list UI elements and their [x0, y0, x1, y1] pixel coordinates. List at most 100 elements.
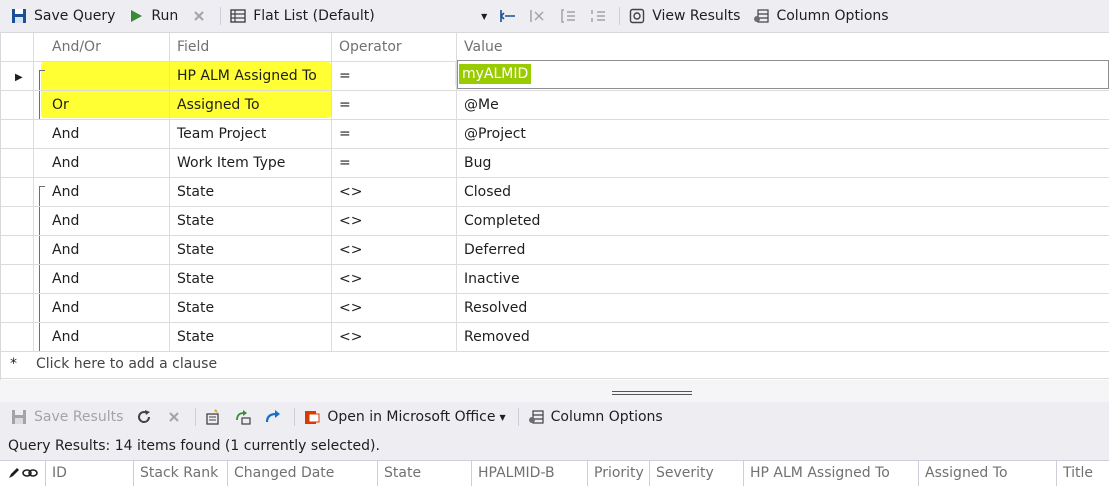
- operator-cell[interactable]: =: [332, 149, 457, 178]
- add-clause-link[interactable]: Click here to add a clause: [36, 350, 217, 378]
- insert-clause-button[interactable]: [495, 4, 521, 28]
- column-options-button[interactable]: Column Options: [748, 4, 892, 28]
- value-cell[interactable]: Inactive: [457, 265, 1109, 294]
- results-column-header[interactable]: Title: [1057, 461, 1109, 486]
- and-or-cell[interactable]: And: [45, 294, 170, 323]
- view-type-dropdown[interactable]: Flat List (Default) ▼: [225, 4, 491, 28]
- toolbar-separator: [619, 7, 621, 25]
- value-cell[interactable]: @Me: [457, 91, 1109, 120]
- office-icon: [303, 408, 321, 426]
- clause-row[interactable]: And State <> Inactive: [1, 265, 1109, 294]
- current-row-arrow-icon: ▶: [15, 72, 23, 83]
- results-column-header[interactable]: State: [378, 461, 472, 486]
- value-cell[interactable]: Bug: [457, 149, 1109, 178]
- and-or-cell[interactable]: And: [45, 265, 170, 294]
- and-or-cell[interactable]: And: [45, 120, 170, 149]
- play-icon: [127, 7, 145, 25]
- field-cell[interactable]: State: [170, 323, 332, 352]
- operator-cell[interactable]: <>: [332, 178, 457, 207]
- operator-cell[interactable]: <>: [332, 207, 457, 236]
- clause-row[interactable]: Or Assigned To = @Me: [1, 91, 1109, 120]
- field-column-header[interactable]: Field: [170, 33, 332, 62]
- and-or-column-header[interactable]: And/Or: [45, 33, 170, 62]
- clause-row[interactable]: And Team Project = @Project: [1, 120, 1109, 149]
- results-column-header[interactable]: Severity: [650, 461, 744, 486]
- link-items-button[interactable]: [230, 405, 256, 429]
- operator-cell[interactable]: =: [332, 120, 457, 149]
- operator-cell[interactable]: <>: [332, 294, 457, 323]
- and-or-cell[interactable]: And: [45, 236, 170, 265]
- field-cell[interactable]: State: [170, 207, 332, 236]
- go-to-item-button[interactable]: [260, 405, 286, 429]
- field-cell[interactable]: State: [170, 294, 332, 323]
- operator-cell[interactable]: <>: [332, 265, 457, 294]
- operator-cell[interactable]: <>: [332, 236, 457, 265]
- stop-button[interactable]: [186, 4, 212, 28]
- refresh-icon: [135, 408, 153, 426]
- value-cell[interactable]: Closed: [457, 178, 1109, 207]
- field-cell[interactable]: State: [170, 265, 332, 294]
- results-column-header[interactable]: Stack Rank: [134, 461, 228, 486]
- field-cell[interactable]: State: [170, 178, 332, 207]
- toolbar-separator: [517, 408, 519, 426]
- value-edit-box[interactable]: [457, 60, 1109, 89]
- field-cell[interactable]: Team Project: [170, 120, 332, 149]
- clause-row[interactable]: And State <> Closed: [1, 178, 1109, 207]
- value-edit-text[interactable]: myALMID: [459, 64, 532, 84]
- delete-clause-icon: [529, 7, 547, 25]
- results-column-header[interactable]: Assigned To: [919, 461, 1057, 486]
- field-cell[interactable]: HP ALM Assigned To: [170, 62, 332, 91]
- and-or-cell[interactable]: Or: [45, 91, 170, 120]
- and-or-cell[interactable]: And: [45, 323, 170, 352]
- results-column-header[interactable]: HP ALM Assigned To: [744, 461, 919, 486]
- chevron-down-icon: ▼: [499, 412, 506, 422]
- chevron-down-icon: ▼: [481, 11, 488, 21]
- operator-cell[interactable]: =: [332, 62, 457, 91]
- field-cell[interactable]: Work Item Type: [170, 149, 332, 178]
- and-or-cell[interactable]: And: [45, 178, 170, 207]
- new-row-marker: *: [10, 356, 17, 372]
- value-cell[interactable]: @Project: [457, 120, 1109, 149]
- value-cell[interactable]: Resolved: [457, 294, 1109, 323]
- and-or-cell[interactable]: And: [45, 149, 170, 178]
- group-clauses-button[interactable]: [555, 4, 581, 28]
- run-button[interactable]: Run: [123, 4, 182, 28]
- save-query-button[interactable]: Save Query: [6, 4, 119, 28]
- clause-row[interactable]: And State <> Resolved: [1, 294, 1109, 323]
- add-clause-row[interactable]: * Click here to add a clause: [0, 350, 1109, 379]
- clause-row[interactable]: And State <> Removed: [1, 323, 1109, 352]
- save-results-button[interactable]: Save Results: [6, 405, 127, 429]
- clause-row[interactable]: And State <> Deferred: [1, 236, 1109, 265]
- delete-clause-button[interactable]: [525, 4, 551, 28]
- new-linked-item-button[interactable]: [200, 405, 226, 429]
- field-cell[interactable]: State: [170, 236, 332, 265]
- ungroup-clauses-button[interactable]: [585, 4, 611, 28]
- value-cell[interactable]: Deferred: [457, 236, 1109, 265]
- refresh-button[interactable]: [131, 405, 157, 429]
- clause-row[interactable]: And Work Item Type = Bug: [1, 149, 1109, 178]
- results-column-header-row: ID Stack Rank Changed Date State HPALMID…: [0, 460, 1109, 486]
- value-cell[interactable]: Completed: [457, 207, 1109, 236]
- splitter-grip-icon[interactable]: [612, 391, 692, 395]
- results-column-options-button[interactable]: Column Options: [523, 405, 667, 429]
- redo-arrow-icon: [264, 408, 282, 426]
- value-column-header[interactable]: Value: [457, 33, 1109, 62]
- results-column-header[interactable]: ID: [46, 461, 134, 486]
- operator-cell[interactable]: =: [332, 91, 457, 120]
- value-cell[interactable]: Removed: [457, 323, 1109, 352]
- query-results-status: Query Results: 14 items found (1 current…: [0, 432, 1109, 460]
- view-results-button[interactable]: View Results: [624, 4, 744, 28]
- open-in-office-dropdown[interactable]: Open in Microsoft Office ▼: [299, 405, 509, 429]
- results-column-header[interactable]: Priority: [588, 461, 650, 486]
- clause-row[interactable]: And State <> Completed: [1, 207, 1109, 236]
- operator-column-header[interactable]: Operator: [332, 33, 457, 62]
- field-cell[interactable]: Assigned To: [170, 91, 332, 120]
- operator-cell[interactable]: <>: [332, 323, 457, 352]
- and-or-cell[interactable]: [45, 62, 170, 91]
- results-column-header[interactable]: HPALMID-B: [472, 461, 588, 486]
- and-or-cell[interactable]: And: [45, 207, 170, 236]
- results-column-header[interactable]: Changed Date: [228, 461, 378, 486]
- results-edit-column-header[interactable]: [0, 461, 46, 486]
- pane-splitter[interactable]: [0, 380, 1109, 402]
- close-results-button[interactable]: [161, 405, 187, 429]
